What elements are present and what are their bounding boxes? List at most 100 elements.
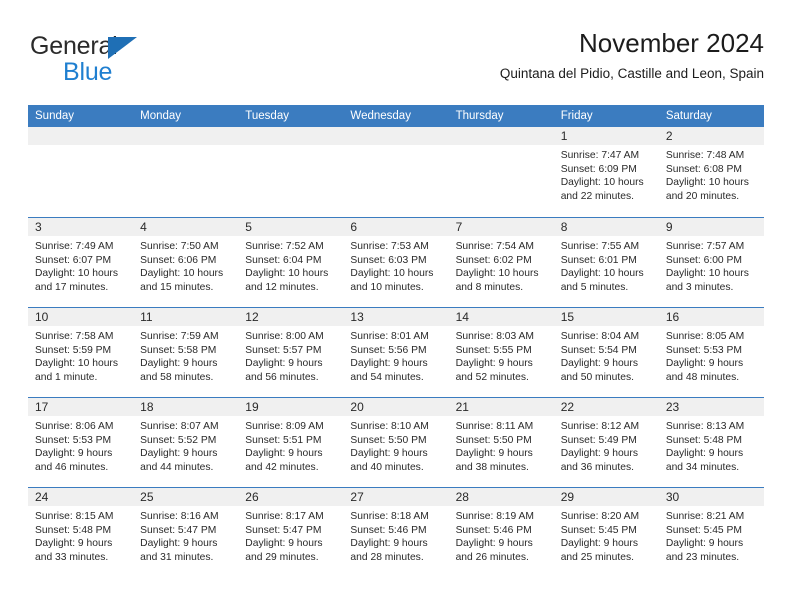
day-number [238, 127, 344, 145]
day-number: 2 [658, 127, 764, 145]
sunset-text: Sunset: 6:04 PM [245, 254, 322, 266]
day-cell[interactable]: 1 Sunrise: 7:47 AM Sunset: 6:09 PM Daylight… [553, 127, 659, 217]
page-subtitle: Quintana del Pidio, Castille and Leon, S… [499, 66, 764, 81]
day-cell[interactable]: 30 Sunrise: 8:21 AM Sunset: 5:45 PM Dayligh… [658, 488, 764, 577]
daylight-text: Daylight: 9 hours and 44 minutes. [140, 448, 218, 473]
day-number: 7 [448, 218, 554, 236]
day-cell[interactable]: 7 Sunrise: 7:54 AM Sunset: 6:02 PM Daylight… [448, 218, 554, 307]
day-cell[interactable]: 29 Sunrise: 8:20 AM Sunset: 5:45 PM Dayligh… [553, 488, 659, 577]
day-number: 22 [553, 398, 659, 416]
sunrise-text: Sunrise: 7:54 AM [455, 241, 534, 252]
sunset-text: Sunset: 5:49 PM [560, 434, 637, 446]
day-number: 6 [343, 218, 449, 236]
day-number: 16 [658, 308, 764, 326]
day-cell[interactable]: 2 Sunrise: 7:48 AM Sunset: 6:08 PM Daylight… [658, 127, 764, 217]
day-cell[interactable]: 27 Sunrise: 8:18 AM Sunset: 5:46 PM Dayligh… [343, 488, 449, 577]
sunrise-text: Sunrise: 8:17 AM [245, 511, 324, 522]
day-cell-empty [238, 127, 344, 217]
day-sun-info: Sunrise: 8:21 AM Sunset: 5:45 PM Daylight:… [659, 506, 764, 564]
sunset-text: Sunset: 5:51 PM [245, 434, 322, 446]
sunrise-text: Sunrise: 8:10 AM [350, 421, 429, 432]
day-number: 8 [553, 218, 659, 236]
day-cell[interactable]: 24 Sunrise: 8:15 AM Sunset: 5:48 PM Dayligh… [28, 488, 134, 577]
day-cell[interactable]: 5 Sunrise: 7:52 AM Sunset: 6:04 PM Daylight… [238, 218, 344, 307]
daylight-text: Daylight: 10 hours and 1 minute. [35, 358, 118, 383]
day-sun-info: Sunrise: 7:53 AM Sunset: 6:03 PM Daylight:… [343, 236, 448, 294]
day-number: 11 [133, 308, 239, 326]
day-cell[interactable]: 17 Sunrise: 8:06 AM Sunset: 5:53 PM Dayligh… [28, 398, 134, 487]
day-cell[interactable]: 14 Sunrise: 8:03 AM Sunset: 5:55 PM Dayligh… [448, 308, 554, 397]
sunset-text: Sunset: 6:08 PM [665, 163, 742, 175]
weekday-header-saturday: Saturday [665, 110, 712, 122]
day-cell[interactable]: 28 Sunrise: 8:19 AM Sunset: 5:46 PM Dayligh… [448, 488, 554, 577]
sunrise-text: Sunrise: 7:59 AM [140, 331, 219, 342]
sunrise-text: Sunrise: 7:58 AM [35, 331, 114, 342]
title-block: November 2024 Quintana del Pidio, Castil… [500, 26, 764, 83]
daylight-text: Daylight: 9 hours and 28 minutes. [350, 538, 428, 563]
day-sun-info: Sunrise: 8:16 AM Sunset: 5:47 PM Daylight:… [133, 506, 238, 564]
sunset-text: Sunset: 5:50 PM [350, 434, 427, 446]
day-sun-info: Sunrise: 7:57 AM Sunset: 6:00 PM Daylight:… [659, 236, 764, 294]
day-cell[interactable]: 20 Sunrise: 8:10 AM Sunset: 5:50 PM Dayligh… [343, 398, 449, 487]
daylight-text: Daylight: 9 hours and 52 minutes. [455, 358, 533, 383]
sunset-text: Sunset: 6:02 PM [455, 254, 532, 266]
day-cell[interactable]: 21 Sunrise: 8:11 AM Sunset: 5:50 PM Dayligh… [448, 398, 554, 487]
daylight-text: Daylight: 9 hours and 42 minutes. [245, 448, 323, 473]
day-cell[interactable]: 18 Sunrise: 8:07 AM Sunset: 5:52 PM Dayligh… [133, 398, 239, 487]
daylight-text: Daylight: 9 hours and 36 minutes. [560, 448, 638, 473]
day-sun-info: Sunrise: 7:58 AM Sunset: 5:59 PM Daylight:… [28, 326, 133, 384]
sunrise-text: Sunrise: 8:00 AM [245, 331, 324, 342]
day-cell[interactable]: 22 Sunrise: 8:12 AM Sunset: 5:49 PM Dayligh… [553, 398, 659, 487]
day-number: 29 [553, 488, 659, 506]
day-sun-info: Sunrise: 8:03 AM Sunset: 5:55 PM Daylight:… [449, 326, 554, 384]
daylight-text: Daylight: 10 hours and 10 minutes. [350, 268, 434, 293]
calendar-weeks: 1 Sunrise: 7:47 AM Sunset: 6:09 PM Daylight… [28, 127, 764, 577]
logo-text-general: General [30, 32, 118, 60]
sunrise-text: Sunrise: 8:20 AM [560, 511, 640, 522]
day-sun-info: Sunrise: 7:59 AM Sunset: 5:58 PM Daylight:… [133, 326, 238, 384]
sunrise-text: Sunrise: 7:55 AM [560, 241, 640, 252]
sunset-text: Sunset: 5:50 PM [455, 434, 532, 446]
sunset-text: Sunset: 6:00 PM [665, 254, 742, 266]
day-cell[interactable]: 13 Sunrise: 8:01 AM Sunset: 5:56 PM Dayligh… [343, 308, 449, 397]
sunset-text: Sunset: 6:03 PM [350, 254, 427, 266]
day-cell[interactable]: 26 Sunrise: 8:17 AM Sunset: 5:47 PM Dayligh… [238, 488, 344, 577]
day-cell[interactable]: 11 Sunrise: 7:59 AM Sunset: 5:58 PM Dayligh… [133, 308, 239, 397]
day-cell[interactable]: 25 Sunrise: 8:16 AM Sunset: 5:47 PM Dayligh… [133, 488, 239, 577]
weekday-header-thursday: Thursday [455, 110, 504, 122]
day-cell[interactable]: 9 Sunrise: 7:57 AM Sunset: 6:00 PM Daylight… [658, 218, 764, 307]
day-cell[interactable]: 19 Sunrise: 8:09 AM Sunset: 5:51 PM Dayligh… [238, 398, 344, 487]
day-number: 24 [28, 488, 134, 506]
calendar-page: General Blue November 2024 Quintana del … [0, 0, 792, 612]
day-sun-info: Sunrise: 8:12 AM Sunset: 5:49 PM Daylight:… [554, 416, 659, 474]
daylight-text: Daylight: 9 hours and 50 minutes. [560, 358, 638, 383]
day-cell[interactable]: 3 Sunrise: 7:49 AM Sunset: 6:07 PM Daylight… [28, 218, 134, 307]
weekday-header-wednesday: Wednesday [350, 110, 411, 122]
day-number: 15 [553, 308, 659, 326]
day-sun-info: Sunrise: 8:10 AM Sunset: 5:50 PM Daylight:… [343, 416, 448, 474]
sunset-text: Sunset: 5:57 PM [245, 344, 322, 356]
sunrise-text: Sunrise: 7:47 AM [560, 150, 640, 161]
sunrise-text: Sunrise: 7:57 AM [665, 241, 745, 252]
sunrise-text: Sunrise: 8:09 AM [245, 421, 324, 432]
weekday-header-monday: Monday [140, 110, 182, 122]
daylight-text: Daylight: 10 hours and 17 minutes. [35, 268, 118, 293]
sunset-text: Sunset: 5:48 PM [665, 434, 742, 446]
day-cell[interactable]: 6 Sunrise: 7:53 AM Sunset: 6:03 PM Daylight… [343, 218, 449, 307]
sunset-text: Sunset: 6:06 PM [140, 254, 217, 266]
day-cell[interactable]: 10 Sunrise: 7:58 AM Sunset: 5:59 PM Dayligh… [28, 308, 134, 397]
day-cell[interactable]: 15 Sunrise: 8:04 AM Sunset: 5:54 PM Dayligh… [553, 308, 659, 397]
day-cell[interactable]: 8 Sunrise: 7:55 AM Sunset: 6:01 PM Daylight… [553, 218, 659, 307]
sunset-text: Sunset: 5:52 PM [140, 434, 217, 446]
day-cell[interactable]: 4 Sunrise: 7:50 AM Sunset: 6:06 PM Daylight… [133, 218, 239, 307]
day-cell[interactable]: 12 Sunrise: 8:00 AM Sunset: 5:57 PM Dayligh… [238, 308, 344, 397]
sunrise-text: Sunrise: 8:15 AM [35, 511, 114, 522]
sunset-text: Sunset: 5:46 PM [350, 524, 427, 536]
sunrise-text: Sunrise: 7:53 AM [350, 241, 429, 252]
sunrise-text: Sunrise: 7:52 AM [245, 241, 324, 252]
general-blue-logo[interactable]: General Blue [28, 32, 178, 94]
weekday-header-friday: Friday [560, 110, 593, 122]
day-cell[interactable]: 23 Sunrise: 8:13 AM Sunset: 5:48 PM Dayligh… [658, 398, 764, 487]
day-cell[interactable]: 16 Sunrise: 8:05 AM Sunset: 5:53 PM Dayligh… [658, 308, 764, 397]
day-sun-info: Sunrise: 7:52 AM Sunset: 6:04 PM Daylight:… [238, 236, 343, 294]
